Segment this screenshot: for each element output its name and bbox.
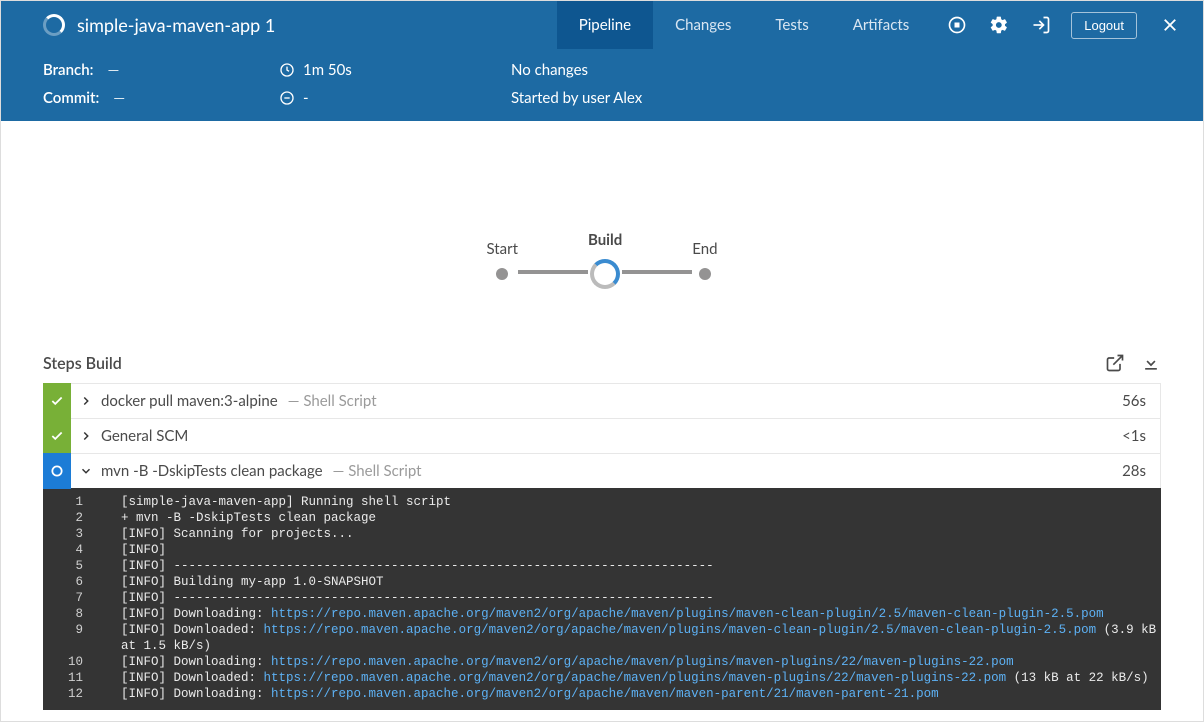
console-line: 11[INFO] Downloaded: https://repo.maven.…	[43, 670, 1161, 686]
run-title: simple-java-maven-app 1	[77, 14, 275, 36]
run-subheader: Branch: — Commit: — 1m 50s - No changes …	[1, 49, 1203, 121]
branch-label: Branch:	[43, 61, 93, 79]
tab-tests[interactable]: Tests	[753, 1, 830, 49]
check-icon	[43, 383, 71, 419]
line-number: 12	[43, 686, 99, 702]
line-number: 1	[43, 494, 99, 510]
step-duration: 56s	[1122, 392, 1160, 410]
line-number: 3	[43, 526, 99, 542]
run-tabs: PipelineChangesTestsArtifacts	[557, 1, 932, 49]
open-external-icon[interactable]	[1105, 353, 1125, 373]
console-line: 8[INFO] Downloading: https://repo.maven.…	[43, 606, 1161, 622]
steps-title: Steps Build	[43, 354, 122, 373]
chevron-right-icon[interactable]	[71, 394, 101, 408]
log-url-link[interactable]: https://repo.maven.apache.org/maven2/org…	[264, 623, 1097, 637]
download-icon[interactable]	[1141, 353, 1161, 373]
log-url-link[interactable]: https://repo.maven.apache.org/maven2/org…	[271, 655, 1014, 669]
console-line: 12[INFO] Downloading: https://repo.maven…	[43, 686, 1161, 702]
commit-value: —	[113, 89, 125, 107]
console-line: 5[INFO] --------------------------------…	[43, 558, 1161, 574]
line-number: 5	[43, 558, 99, 574]
close-icon[interactable]	[1155, 16, 1185, 34]
stage-node-dot-icon	[496, 268, 508, 280]
line-text: [INFO] ---------------------------------…	[99, 590, 714, 606]
step-row[interactable]: docker pull maven:3-alpine — Shell Script…	[43, 383, 1161, 419]
stage-label: Build	[588, 231, 622, 251]
status-spinner-icon	[43, 14, 65, 36]
started-by-text: Started by user Alex	[511, 89, 642, 107]
step-title: General SCM	[101, 427, 188, 445]
line-text: + mvn -B -DskipTests clean package	[99, 510, 376, 526]
line-number: 2	[43, 510, 99, 526]
changes-text: No changes	[511, 61, 588, 79]
step-title: docker pull maven:3-alpine	[101, 392, 278, 410]
stage-label: End	[692, 240, 717, 260]
pipeline-graph-area: Start Build End	[1, 121, 1203, 349]
log-url-link[interactable]: https://repo.maven.apache.org/maven2/org…	[264, 671, 1007, 685]
console-line: 9[INFO] Downloaded: https://repo.maven.a…	[43, 622, 1161, 654]
line-text: [INFO] Downloading: https://repo.maven.a…	[99, 654, 1014, 670]
stage-connector	[518, 270, 588, 274]
stage-connector	[622, 270, 692, 274]
top-bar: simple-java-maven-app 1 PipelineChangesT…	[1, 1, 1203, 49]
line-text: [simple-java-maven-app] Running shell sc…	[99, 494, 451, 510]
chevron-down-icon[interactable]	[71, 464, 101, 478]
console-line: 10[INFO] Downloading: https://repo.maven…	[43, 654, 1161, 670]
line-number: 7	[43, 590, 99, 606]
line-text: [INFO] Scanning for projects...	[99, 526, 354, 542]
running-icon	[43, 453, 71, 489]
line-text: [INFO] Downloading: https://repo.maven.a…	[99, 686, 939, 702]
step-subtitle: — Shell Script	[288, 392, 377, 410]
line-number: 8	[43, 606, 99, 622]
line-number: 4	[43, 542, 99, 558]
queued-icon	[279, 90, 295, 106]
line-number: 9	[43, 622, 99, 654]
console-line: 3[INFO] Scanning for projects...	[43, 526, 1161, 542]
stage-node-running-icon	[590, 259, 620, 289]
stage-end: End	[692, 240, 717, 280]
line-text: [INFO]	[99, 542, 166, 558]
line-number: 10	[43, 654, 99, 670]
settings-gear-icon[interactable]	[987, 13, 1011, 37]
console-line: 2+ mvn -B -DskipTests clean package	[43, 510, 1161, 526]
log-url-link[interactable]: https://repo.maven.apache.org/maven2/org…	[271, 687, 939, 701]
queued-value: -	[303, 89, 309, 107]
stage-node-dot-icon	[699, 268, 711, 280]
logout-button[interactable]: Logout	[1071, 12, 1137, 39]
step-row[interactable]: General SCM <1s	[43, 418, 1161, 454]
console-line: 6[INFO] Building my-app 1.0-SNAPSHOT	[43, 574, 1161, 590]
line-text: [INFO] Downloaded: https://repo.maven.ap…	[99, 622, 1161, 654]
step-title: mvn -B -DskipTests clean package	[101, 462, 323, 480]
console-line: 1[simple-java-maven-app] Running shell s…	[43, 494, 1161, 510]
stage-start: Start	[487, 240, 518, 280]
stop-run-button[interactable]	[945, 13, 969, 37]
console-line: 4[INFO]	[43, 542, 1161, 558]
line-number: 6	[43, 574, 99, 590]
console-line: 7[INFO] --------------------------------…	[43, 590, 1161, 606]
tab-artifacts[interactable]: Artifacts	[831, 1, 932, 49]
branch-value: —	[107, 61, 119, 79]
stage-build[interactable]: Build	[588, 231, 622, 289]
check-icon	[43, 418, 71, 454]
step-duration: 28s	[1122, 462, 1160, 480]
duration-icon	[279, 62, 295, 78]
tab-pipeline[interactable]: Pipeline	[557, 1, 653, 49]
duration-value: 1m 50s	[303, 61, 352, 79]
line-text: [INFO] Downloaded: https://repo.maven.ap…	[99, 670, 1149, 686]
exit-icon[interactable]	[1029, 13, 1053, 37]
steps-header: Steps Build	[1, 353, 1203, 373]
line-text: [INFO] Building my-app 1.0-SNAPSHOT	[99, 574, 384, 590]
chevron-right-icon[interactable]	[71, 429, 101, 443]
step-subtitle: — Shell Script	[333, 462, 422, 480]
line-number: 11	[43, 670, 99, 686]
step-row[interactable]: mvn -B -DskipTests clean package — Shell …	[43, 453, 1161, 489]
log-url-link[interactable]: https://repo.maven.apache.org/maven2/org…	[271, 607, 1104, 621]
line-text: [INFO] ---------------------------------…	[99, 558, 714, 574]
console-output[interactable]: 1[simple-java-maven-app] Running shell s…	[43, 488, 1161, 710]
tab-changes[interactable]: Changes	[653, 1, 753, 49]
commit-label: Commit:	[43, 89, 99, 107]
step-duration: <1s	[1122, 427, 1160, 445]
line-text: [INFO] Downloading: https://repo.maven.a…	[99, 606, 1104, 622]
stage-label: Start	[487, 240, 518, 260]
